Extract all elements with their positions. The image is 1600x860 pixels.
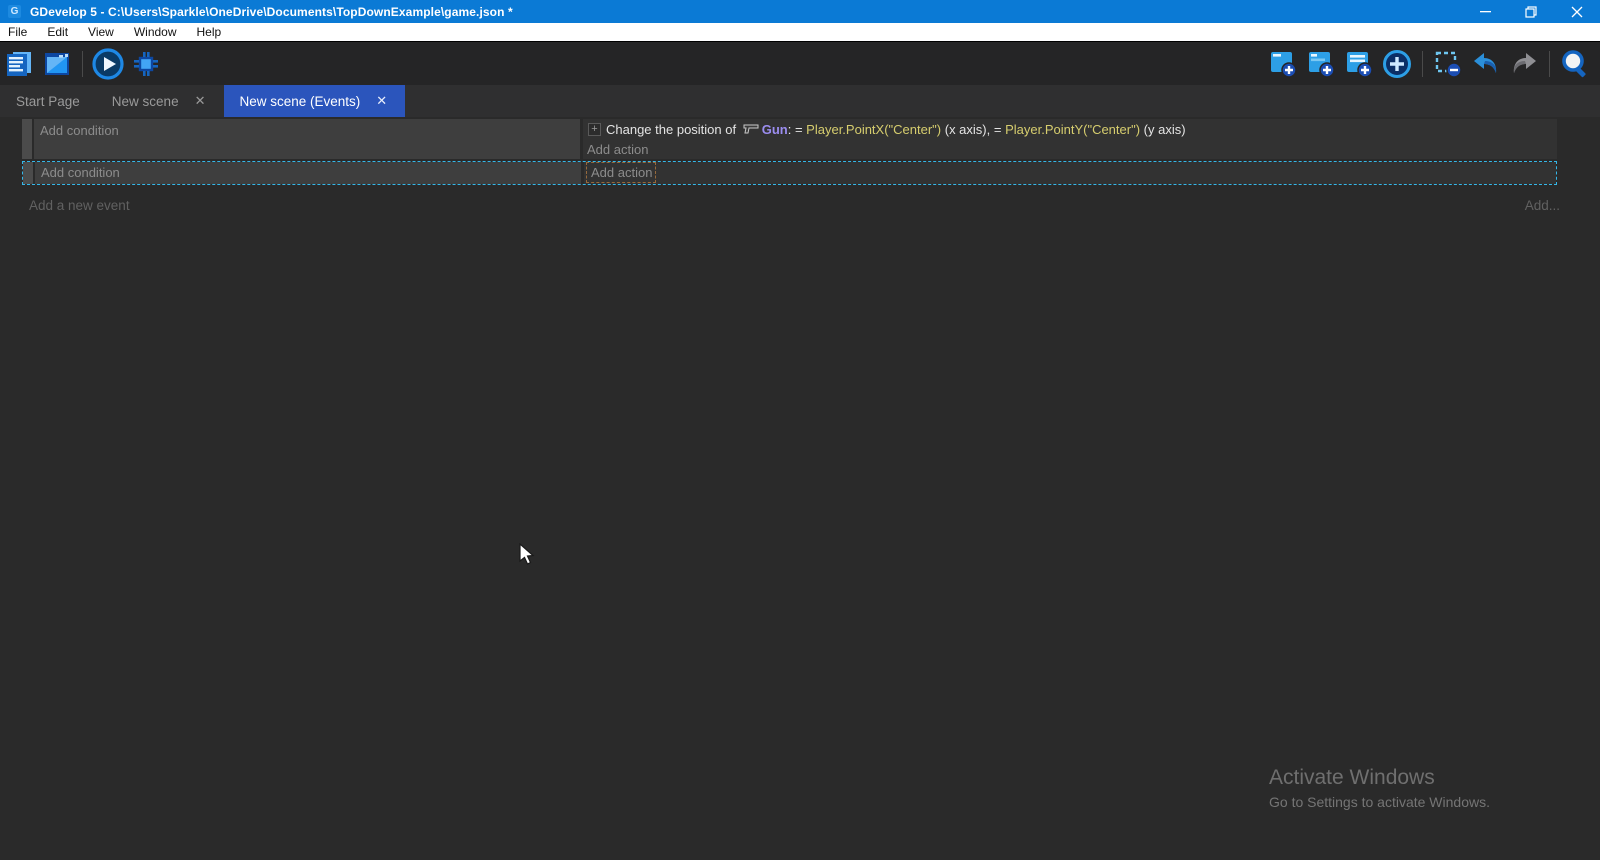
menu-edit[interactable]: Edit xyxy=(37,23,78,41)
event-drag-handle[interactable] xyxy=(22,119,34,159)
position-move-icon: + xyxy=(588,123,601,136)
add-new-event-row: Add a new event Add... xyxy=(29,198,1560,213)
action-text: Change the position of xyxy=(606,122,740,137)
project-manager-button[interactable] xyxy=(2,47,36,81)
minimize-icon xyxy=(1480,6,1491,17)
add-event-button-link[interactable]: Add... xyxy=(1525,198,1560,213)
action-expression-x: Player.PointX("Center") xyxy=(806,122,941,137)
tab-new-scene[interactable]: New scene ✕ xyxy=(96,85,224,117)
tab-label: Start Page xyxy=(16,94,80,109)
add-event-icon xyxy=(1268,49,1298,79)
menu-view[interactable]: View xyxy=(78,23,124,41)
debugger-button[interactable] xyxy=(129,47,163,81)
actions-column[interactable]: Add action xyxy=(584,162,1556,184)
event-row-1[interactable]: Add condition + Change the position of G… xyxy=(22,119,1557,159)
add-comment-icon xyxy=(1344,49,1374,79)
add-circle-button[interactable] xyxy=(1380,47,1414,81)
redo-icon xyxy=(1509,49,1539,79)
add-action-link-focused[interactable]: Add action xyxy=(586,162,656,183)
close-button[interactable] xyxy=(1554,0,1600,23)
undo-button[interactable] xyxy=(1469,47,1503,81)
action-text: = xyxy=(994,122,1005,137)
tab-close-icon[interactable]: ✕ xyxy=(374,93,389,109)
action-text: (x axis), xyxy=(941,122,994,137)
action-object-name: Gun xyxy=(762,122,788,137)
toolbar-separator xyxy=(82,51,83,77)
menu-file[interactable]: File xyxy=(0,23,37,41)
event-drag-handle[interactable] xyxy=(23,162,35,184)
gdevelop-logo-icon: G xyxy=(8,5,21,18)
watermark-subtitle: Go to Settings to activate Windows. xyxy=(1269,794,1490,810)
action-expression-y: Player.PointY("Center") xyxy=(1005,122,1140,137)
add-circle-icon xyxy=(1382,49,1412,79)
tab-label: New scene xyxy=(112,94,179,109)
restore-button[interactable] xyxy=(1508,0,1554,23)
mouse-cursor xyxy=(518,543,538,567)
tab-new-scene-events[interactable]: New scene (Events) ✕ xyxy=(224,85,406,117)
search-icon xyxy=(1559,48,1591,80)
toolbar xyxy=(0,42,1600,85)
add-event-button[interactable] xyxy=(1266,47,1300,81)
add-new-event-link[interactable]: Add a new event xyxy=(29,198,130,213)
select-remove-button[interactable] xyxy=(1431,47,1465,81)
minimize-button[interactable] xyxy=(1462,0,1508,23)
event-row-2-selected[interactable]: Add condition Add action xyxy=(22,161,1557,185)
conditions-column[interactable]: Add condition xyxy=(34,119,580,159)
tab-start-page[interactable]: Start Page xyxy=(0,85,96,117)
gun-object-icon xyxy=(743,124,759,135)
conditions-column[interactable]: Add condition xyxy=(35,162,581,184)
action-item[interactable]: + Change the position of Gun : = Player.… xyxy=(583,119,1557,140)
add-condition-link[interactable]: Add condition xyxy=(41,163,581,182)
menu-window[interactable]: Window xyxy=(124,23,187,41)
action-text: : xyxy=(788,122,795,137)
watermark-title: Activate Windows xyxy=(1269,766,1490,790)
add-action-link[interactable]: Add action xyxy=(583,140,1557,159)
select-remove-icon xyxy=(1433,49,1463,79)
scene-window-icon xyxy=(42,49,72,79)
restore-icon xyxy=(1525,6,1537,18)
add-subevent-button[interactable] xyxy=(1304,47,1338,81)
tab-close-icon[interactable]: ✕ xyxy=(193,93,208,109)
redo-button[interactable] xyxy=(1507,47,1541,81)
events-sheet: Add condition + Change the position of G… xyxy=(0,119,1600,860)
tab-label: New scene (Events) xyxy=(240,94,361,109)
menu-help[interactable]: Help xyxy=(187,23,232,41)
action-text: (y axis) xyxy=(1140,122,1186,137)
toolbar-separator xyxy=(1422,51,1423,77)
close-icon xyxy=(1571,6,1583,18)
actions-column[interactable]: + Change the position of Gun : = Player.… xyxy=(583,119,1557,159)
action-text: = xyxy=(795,122,806,137)
scene-window-button[interactable] xyxy=(40,47,74,81)
add-condition-link[interactable]: Add condition xyxy=(40,121,580,140)
menu-bar: File Edit View Window Help xyxy=(0,23,1600,42)
project-manager-icon xyxy=(4,49,34,79)
window-controls xyxy=(1462,0,1600,23)
add-comment-button[interactable] xyxy=(1342,47,1376,81)
tab-bar: Start Page New scene ✕ New scene (Events… xyxy=(0,85,1600,117)
search-button[interactable] xyxy=(1558,47,1592,81)
debugger-bug-icon xyxy=(130,48,162,80)
undo-icon xyxy=(1471,49,1501,79)
preview-play-button[interactable] xyxy=(91,47,125,81)
window-title: GDevelop 5 - C:\Users\Sparkle\OneDrive\D… xyxy=(30,5,513,19)
title-bar: G GDevelop 5 - C:\Users\Sparkle\OneDrive… xyxy=(0,0,1600,23)
activate-windows-watermark: Activate Windows Go to Settings to activ… xyxy=(1269,766,1490,810)
toolbar-separator xyxy=(1549,51,1550,77)
add-subevent-icon xyxy=(1306,49,1336,79)
preview-play-icon xyxy=(92,48,124,80)
